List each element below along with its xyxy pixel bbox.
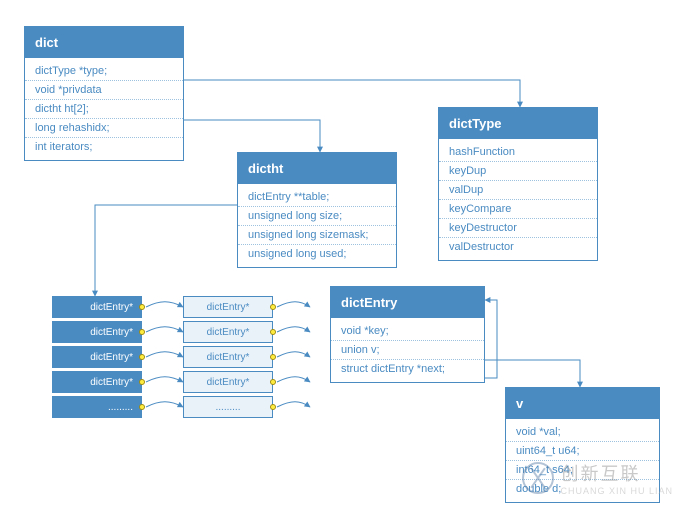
field: valDestructor [439, 238, 597, 256]
table-row: ......... [183, 396, 273, 418]
field: dictht ht[2]; [25, 100, 183, 119]
array-cell: dictEntry* [183, 371, 273, 393]
field: keyDup [439, 162, 597, 181]
array-cell: dictEntry* [183, 296, 273, 318]
field: struct dictEntry *next; [331, 360, 484, 378]
struct-dicttype-header: dictType [439, 108, 597, 139]
struct-dicttype: dictType hashFunction keyDup valDup keyC… [438, 107, 598, 261]
field: keyCompare [439, 200, 597, 219]
struct-v-header: v [506, 388, 659, 419]
struct-dictentry-header: dictEntry [331, 287, 484, 318]
watermark: 创新互联 CHUANG XIN HU LIAN [522, 460, 673, 496]
table-row: dictEntry* [183, 296, 273, 318]
struct-dictht: dictht dictEntry **table; unsigned long … [237, 152, 397, 268]
field: dictType *type; [25, 62, 183, 81]
table-row: dictEntry* [52, 321, 142, 343]
field: keyDestructor [439, 219, 597, 238]
table-row: dictEntry* [52, 296, 142, 318]
struct-dictht-header: dictht [238, 153, 396, 184]
struct-dict-header: dict [25, 27, 183, 58]
field: unsigned long size; [238, 207, 396, 226]
field: union v; [331, 341, 484, 360]
array-cell: ......... [52, 396, 142, 418]
array-cell: dictEntry* [183, 321, 273, 343]
field: int iterators; [25, 138, 183, 156]
field: void *privdata [25, 81, 183, 100]
struct-dict: dict dictType *type; void *privdata dict… [24, 26, 184, 161]
table-row: dictEntry* [183, 321, 273, 343]
field: unsigned long sizemask; [238, 226, 396, 245]
watermark-sub: CHUANG XIN HU LIAN [560, 486, 673, 496]
table-row: dictEntry* [52, 371, 142, 393]
table-row: ......... [52, 396, 142, 418]
array-cell: dictEntry* [52, 371, 142, 393]
array-cell: dictEntry* [52, 346, 142, 368]
table-row: dictEntry* [52, 346, 142, 368]
field: void *val; [506, 423, 659, 442]
array-cell: dictEntry* [52, 321, 142, 343]
field: void *key; [331, 322, 484, 341]
field: uint64_t u64; [506, 442, 659, 461]
field: hashFunction [439, 143, 597, 162]
table-row: dictEntry* [183, 346, 273, 368]
array-cell: ......... [183, 396, 273, 418]
struct-dictentry: dictEntry void *key; union v; struct dic… [330, 286, 485, 383]
field: valDup [439, 181, 597, 200]
table-row: dictEntry* [183, 371, 273, 393]
field: long rehashidx; [25, 119, 183, 138]
array-cell: dictEntry* [52, 296, 142, 318]
watermark-logo-icon [522, 462, 554, 494]
field: unsigned long used; [238, 245, 396, 263]
watermark-text: 创新互联 [560, 460, 673, 486]
field: dictEntry **table; [238, 188, 396, 207]
array-cell: dictEntry* [183, 346, 273, 368]
